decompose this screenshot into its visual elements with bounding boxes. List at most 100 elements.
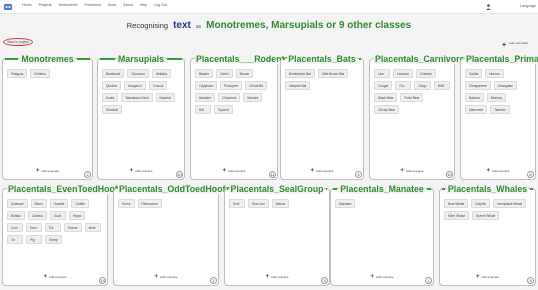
training-example[interactable]: Baboon: [465, 93, 484, 102]
training-example[interactable]: Fox: [395, 81, 412, 90]
training-example[interactable]: Deer: [26, 223, 42, 232]
training-example[interactable]: Bumblebee Bat: [285, 69, 315, 78]
title-prefix: Recognising: [126, 21, 169, 30]
training-example[interactable]: Cheetah: [415, 69, 436, 78]
training-example[interactable]: Sea Lion: [248, 199, 269, 208]
training-example[interactable]: Leopard: [393, 69, 413, 78]
training-example[interactable]: Echidna: [30, 69, 50, 78]
training-example[interactable]: Chimpanzee: [465, 81, 491, 90]
training-example[interactable]: Hamster: [195, 93, 216, 102]
training-example[interactable]: Chinchilla: [245, 81, 268, 90]
training-example[interactable]: Moose: [64, 223, 82, 232]
training-example[interactable]: Quokka: [102, 81, 121, 90]
training-example[interactable]: Human: [485, 69, 504, 78]
training-example[interactable]: Mule: [84, 223, 101, 232]
training-example[interactable]: Mouse: [235, 69, 254, 78]
training-example[interactable]: Pig: [26, 235, 42, 244]
nav-item-book[interactable]: Book: [108, 3, 116, 7]
training-example[interactable]: Capybara: [195, 81, 217, 90]
training-example[interactable]: Caribou: [27, 211, 48, 220]
training-example[interactable]: Opossum: [127, 69, 149, 78]
training-example[interactable]: Koala: [102, 93, 119, 102]
training-example[interactable]: Dolphin: [471, 199, 491, 208]
add-example-button[interactable]: + Add example: [281, 168, 363, 174]
training-example[interactable]: Cuscus: [148, 81, 168, 90]
training-example[interactable]: Rat: [195, 105, 211, 114]
training-example[interactable]: Goat: [50, 211, 67, 220]
training-example[interactable]: Ox: [7, 235, 23, 244]
training-example[interactable]: Humpback Whale: [493, 199, 527, 208]
training-example[interactable]: Marmoset: [465, 105, 488, 114]
training-example[interactable]: Gazelle: [49, 199, 69, 208]
label-name: Placentals_Carnivores: [374, 54, 471, 64]
training-example[interactable]: Marmot: [243, 93, 263, 102]
add-example-text: Add example: [271, 275, 289, 279]
add-example-button[interactable]: + Add example: [98, 168, 184, 174]
training-example[interactable]: Sheep: [45, 235, 63, 244]
training-example[interactable]: Cow: [7, 223, 23, 232]
add-example-button[interactable]: + Add example: [440, 274, 535, 280]
nav-item-worksheets[interactable]: Worksheets: [59, 3, 78, 7]
training-example[interactable]: Killer Whale: [444, 211, 470, 220]
add-example-button[interactable]: + Add example: [191, 168, 277, 174]
training-example[interactable]: Walrus: [271, 199, 290, 208]
add-new-label-button[interactable]: + Add new label: [500, 41, 534, 55]
training-example[interactable]: Seal: [229, 199, 245, 208]
training-example[interactable]: Lion: [374, 69, 390, 78]
nav-item-logout[interactable]: Log Out: [154, 3, 167, 7]
training-example[interactable]: Monkey: [487, 93, 507, 102]
nav-item-about[interactable]: About: [123, 3, 132, 7]
title-as: as: [195, 24, 202, 30]
user-icon[interactable]: [486, 4, 491, 10]
add-example-button[interactable]: + Add example: [461, 168, 535, 174]
training-example[interactable]: Bison: [30, 199, 47, 208]
training-example[interactable]: Wolf: [433, 81, 450, 90]
training-example[interactable]: Wombat: [102, 105, 122, 114]
training-example[interactable]: Beaver: [195, 69, 214, 78]
language-menu[interactable]: Language: [520, 4, 536, 8]
training-example[interactable]: Cougar: [374, 81, 393, 90]
example-list: Seal Sea Lion Walrus: [229, 199, 325, 208]
training-example[interactable]: Chipmunk: [218, 93, 241, 102]
training-example[interactable]: Rhinoceros: [137, 199, 162, 208]
add-example-button[interactable]: + Add example: [225, 274, 329, 280]
training-example[interactable]: Elk: [45, 223, 61, 232]
training-example[interactable]: Blue Whale: [444, 199, 469, 208]
training-example[interactable]: Vampire Bat: [285, 81, 311, 90]
nav-item-projects[interactable]: Projects: [39, 3, 52, 7]
logo-icon[interactable]: [3, 2, 13, 12]
training-example[interactable]: Bandicoot: [102, 69, 125, 78]
nav-item-pretrained[interactable]: Pretrained: [85, 3, 102, 7]
training-example[interactable]: Sperm Whale: [472, 211, 500, 220]
training-example[interactable]: Numbat: [155, 93, 175, 102]
training-example[interactable]: Hippo: [69, 211, 86, 220]
training-example[interactable]: Gorilla: [465, 69, 483, 78]
training-example[interactable]: Platypus: [7, 69, 28, 78]
training-example[interactable]: Dingo: [414, 81, 431, 90]
training-example[interactable]: Wallaby: [151, 69, 172, 78]
add-example-button[interactable]: + Add example: [3, 274, 107, 280]
add-example-button[interactable]: + Add example: [114, 274, 218, 280]
back-to-project-link[interactable]: Back to project: [3, 38, 33, 46]
add-example-button[interactable]: + Add example: [370, 168, 454, 174]
nav-item-help[interactable]: Help: [140, 3, 147, 7]
training-example[interactable]: Polar Bear: [400, 93, 424, 102]
training-example[interactable]: Manatee: [335, 199, 356, 208]
training-example[interactable]: Kangaroo: [124, 81, 146, 90]
training-example[interactable]: Antelope: [7, 199, 28, 208]
training-example[interactable]: Giraffe: [71, 199, 89, 208]
training-example[interactable]: Porcupine: [219, 81, 243, 90]
training-example[interactable]: Black Bear: [374, 93, 398, 102]
training-example[interactable]: Orangutan: [493, 81, 517, 90]
add-example-button[interactable]: + Add example: [3, 168, 92, 174]
training-example[interactable]: Gerbil: [216, 69, 233, 78]
training-example[interactable]: Horse: [118, 199, 135, 208]
training-example[interactable]: Grizzly Bear: [374, 105, 400, 114]
training-example[interactable]: Little Brown Bat: [317, 69, 349, 78]
add-example-button[interactable]: + Add example: [331, 274, 433, 280]
training-example[interactable]: Squirrel: [214, 105, 233, 114]
training-example[interactable]: Tamarin: [490, 105, 510, 114]
nav-item-home[interactable]: Home: [22, 3, 32, 7]
training-example[interactable]: Buffalo: [7, 211, 25, 220]
training-example[interactable]: Tasmanian Devil: [121, 93, 153, 102]
